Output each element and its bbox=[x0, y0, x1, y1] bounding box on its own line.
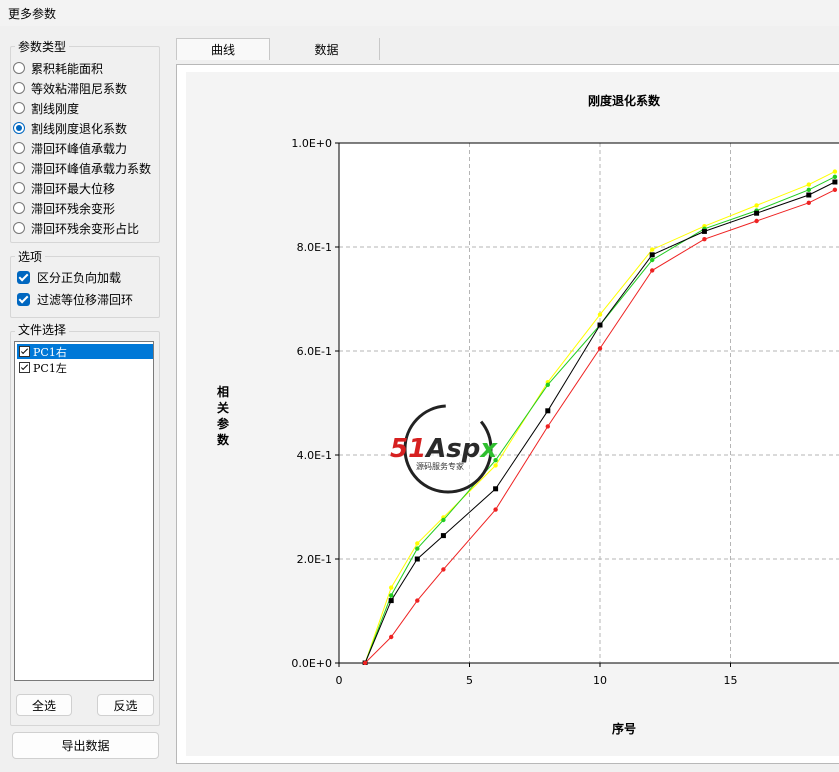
watermark-logo: 51Aspx 源码服务专家 bbox=[390, 404, 498, 494]
data-point bbox=[597, 322, 603, 328]
data-point bbox=[701, 228, 707, 234]
data-point bbox=[415, 598, 420, 603]
y-axis-label: 相关参数 bbox=[216, 385, 229, 447]
data-point bbox=[832, 179, 838, 185]
data-point bbox=[650, 268, 655, 273]
data-point bbox=[806, 192, 812, 198]
data-point bbox=[597, 312, 603, 317]
data-point bbox=[389, 585, 394, 590]
data-point bbox=[545, 382, 550, 387]
data-point bbox=[493, 507, 498, 512]
data-point bbox=[415, 546, 420, 551]
data-point bbox=[649, 252, 655, 258]
data-point bbox=[415, 541, 420, 546]
y-tick-label: 2.0E-1 bbox=[297, 553, 332, 566]
data-point bbox=[441, 567, 446, 572]
data-point bbox=[832, 187, 838, 192]
data-point bbox=[650, 247, 655, 252]
data-point bbox=[389, 593, 394, 598]
data-point bbox=[702, 237, 707, 242]
watermark-brand: 51Aspx bbox=[390, 434, 498, 464]
data-point bbox=[440, 533, 446, 539]
data-point bbox=[441, 517, 446, 523]
data-point bbox=[414, 556, 420, 562]
x-tick-label: 10 bbox=[593, 674, 607, 687]
data-point bbox=[754, 218, 759, 224]
watermark-tagline: 源码服务专家 bbox=[416, 461, 464, 471]
data-point bbox=[362, 660, 368, 665]
x-axis-label: 序号 bbox=[612, 721, 636, 736]
y-tick-label: 1.0E+0 bbox=[291, 137, 332, 150]
data-point bbox=[832, 169, 838, 174]
y-tick-label: 6.0E-1 bbox=[297, 345, 332, 358]
chart-title: 刚度退化系数 bbox=[588, 93, 661, 108]
x-tick-label: 15 bbox=[724, 674, 738, 687]
data-point bbox=[597, 346, 603, 351]
data-point bbox=[389, 634, 394, 640]
data-point bbox=[388, 598, 394, 604]
chart: 0.0E+0 2.0E-1 4.0E-1 6.0E-1 8.0E-1 1.0E+0 0 5 10… bbox=[291, 93, 839, 736]
data-point bbox=[650, 257, 655, 263]
data-point bbox=[806, 187, 811, 192]
x-tick-label: 0 bbox=[336, 674, 343, 687]
data-point bbox=[545, 424, 550, 429]
y-tick-label: 8.0E-1 bbox=[297, 241, 332, 254]
data-point bbox=[754, 203, 759, 208]
data-point bbox=[806, 182, 811, 187]
data-point bbox=[806, 200, 811, 205]
y-tick-label: 0.0E+0 bbox=[291, 657, 332, 670]
data-point bbox=[754, 210, 760, 216]
data-point bbox=[545, 408, 551, 414]
x-tick-label: 5 bbox=[466, 674, 473, 687]
y-tick-label: 4.0E-1 bbox=[297, 449, 332, 462]
data-point bbox=[832, 174, 838, 179]
